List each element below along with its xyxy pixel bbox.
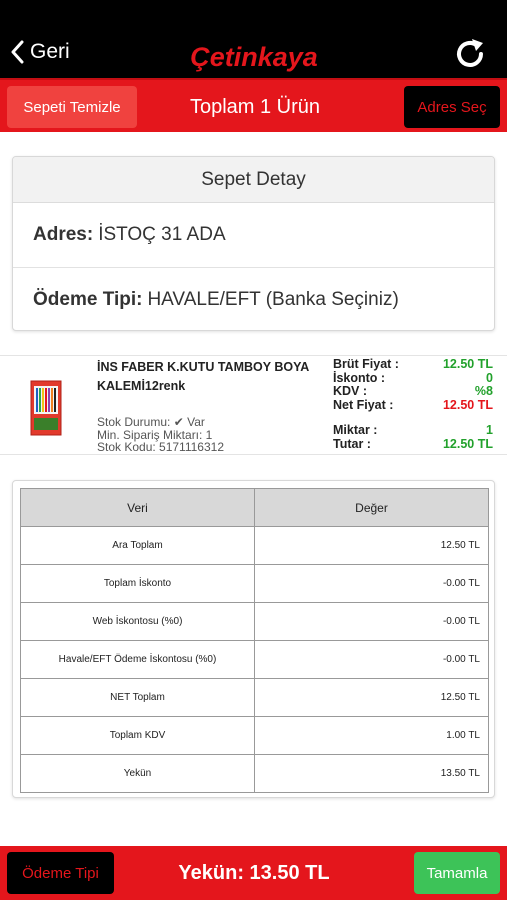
vat-label: KDV : [333,384,368,398]
payment-type-value: HAVALE/EFT (Banka Seçiniz) [147,288,399,310]
address-label: Adres: [33,224,94,245]
row-label: Ara Toplam [20,526,255,565]
select-address-button[interactable]: Adres Seç [404,86,500,128]
order-summary-card: Veri Değer Ara Toplam 12.50 TL Toplam İs… [12,480,495,798]
row-label: NET Toplam [20,678,255,717]
table-row: Yekün 13.50 TL [20,754,489,793]
row-value: 13.50 TL [254,754,489,793]
row-label: Toplam KDV [20,716,255,755]
row-value: -0.00 TL [254,640,489,679]
amount-value: 12.50 TL [442,436,493,451]
logo-text: Çetinkaya [190,42,318,72]
grand-total-label: Yekün: 13.50 TL [178,861,330,884]
table-row: Havale/EFT Ödeme İskontosu (%0) -0.00 TL [20,640,489,679]
stock-code: Stok Kodu: 5171116312 [97,440,224,454]
net-price-label: Net Fiyat : [333,397,394,412]
order-summary-table: Veri Değer Ara Toplam 12.50 TL Toplam İs… [20,488,489,793]
checkout-bar: Ödeme Tipi Yekün: 13.50 TL Tamamla [0,846,507,900]
vat-value: %8 [474,384,493,398]
discount-value: 0 [486,370,493,385]
table-header-row: Veri Değer [20,488,489,527]
table-row: Toplam İskonto -0.00 TL [20,564,489,603]
table-row: Web İskontosu (%0) -0.00 TL [20,602,489,641]
net-price-value: 12.50 TL [442,397,493,412]
brand-logo: Çetinkaya [190,42,318,72]
row-value: -0.00 TL [254,602,489,641]
price-details: Brüt Fiyat : 12.50 TL İskonto : 0 KDV : … [333,358,493,451]
refresh-icon[interactable] [452,36,488,72]
row-label: Yekün [20,754,255,793]
column-header-value: Değer [254,488,489,527]
cart-count-title: Toplam 1 Ürün [189,95,321,118]
table-row: NET Toplam 12.50 TL [20,678,489,717]
quantity-label: Miktar : [333,423,378,437]
back-label: Geri [30,40,70,63]
back-button[interactable]: Geri [10,36,70,68]
gross-price-value: 12.50 TL [442,357,493,371]
product-name: İNS FABER K.KUTU TAMBOY BOYA KALEMİ12ren… [97,360,309,393]
stock-status: Stok Durumu: ✔ Var [97,415,205,429]
gross-price-label: Brüt Fiyat : [333,357,399,371]
address-value: İSTOÇ 31 ADA [98,224,226,245]
row-label: Web İskontosu (%0) [20,602,255,641]
cart-detail-header: Sepet Detay [13,157,494,203]
row-value: 1.00 TL [254,716,489,755]
discount-label: İskonto : [333,370,386,385]
complete-order-button[interactable]: Tamamla [414,852,500,894]
row-label: Toplam İskonto [20,564,255,603]
row-value: 12.50 TL [254,526,489,565]
table-row: Ara Toplam 12.50 TL [20,526,489,565]
cart-toolbar: Sepeti Temizle Toplam 1 Ürün Adres Seç [0,78,507,132]
payment-type-button[interactable]: Ödeme Tipi [7,852,114,894]
product-thumbnail [30,380,62,436]
quantity-value: 1 [486,423,493,437]
column-header-data: Veri [20,488,255,527]
payment-type-row[interactable]: Ödeme Tipi: HAVALE/EFT (Banka Seçiniz) [13,267,494,330]
cart-detail-card: Sepet Detay Adres: İSTOÇ 31 ADA Ödeme Ti… [12,156,495,331]
chevron-left-icon [11,40,24,64]
row-label: Havale/EFT Ödeme İskontosu (%0) [20,640,255,679]
stock-info: Stok Durumu: ✔ Var Min. Sipariş Miktarı:… [97,416,224,454]
top-navbar: Geri Çetinkaya [0,0,507,78]
row-value: -0.00 TL [254,564,489,603]
clear-cart-button[interactable]: Sepeti Temizle [7,86,137,128]
cart-product-item[interactable]: İNS FABER K.KUTU TAMBOY BOYA KALEMİ12ren… [0,355,507,455]
amount-label: Tutar : [333,436,371,451]
row-value: 12.50 TL [254,678,489,717]
address-row[interactable]: Adres: İSTOÇ 31 ADA [13,203,494,267]
table-row: Toplam KDV 1.00 TL [20,716,489,755]
payment-type-label: Ödeme Tipi: [33,288,143,310]
